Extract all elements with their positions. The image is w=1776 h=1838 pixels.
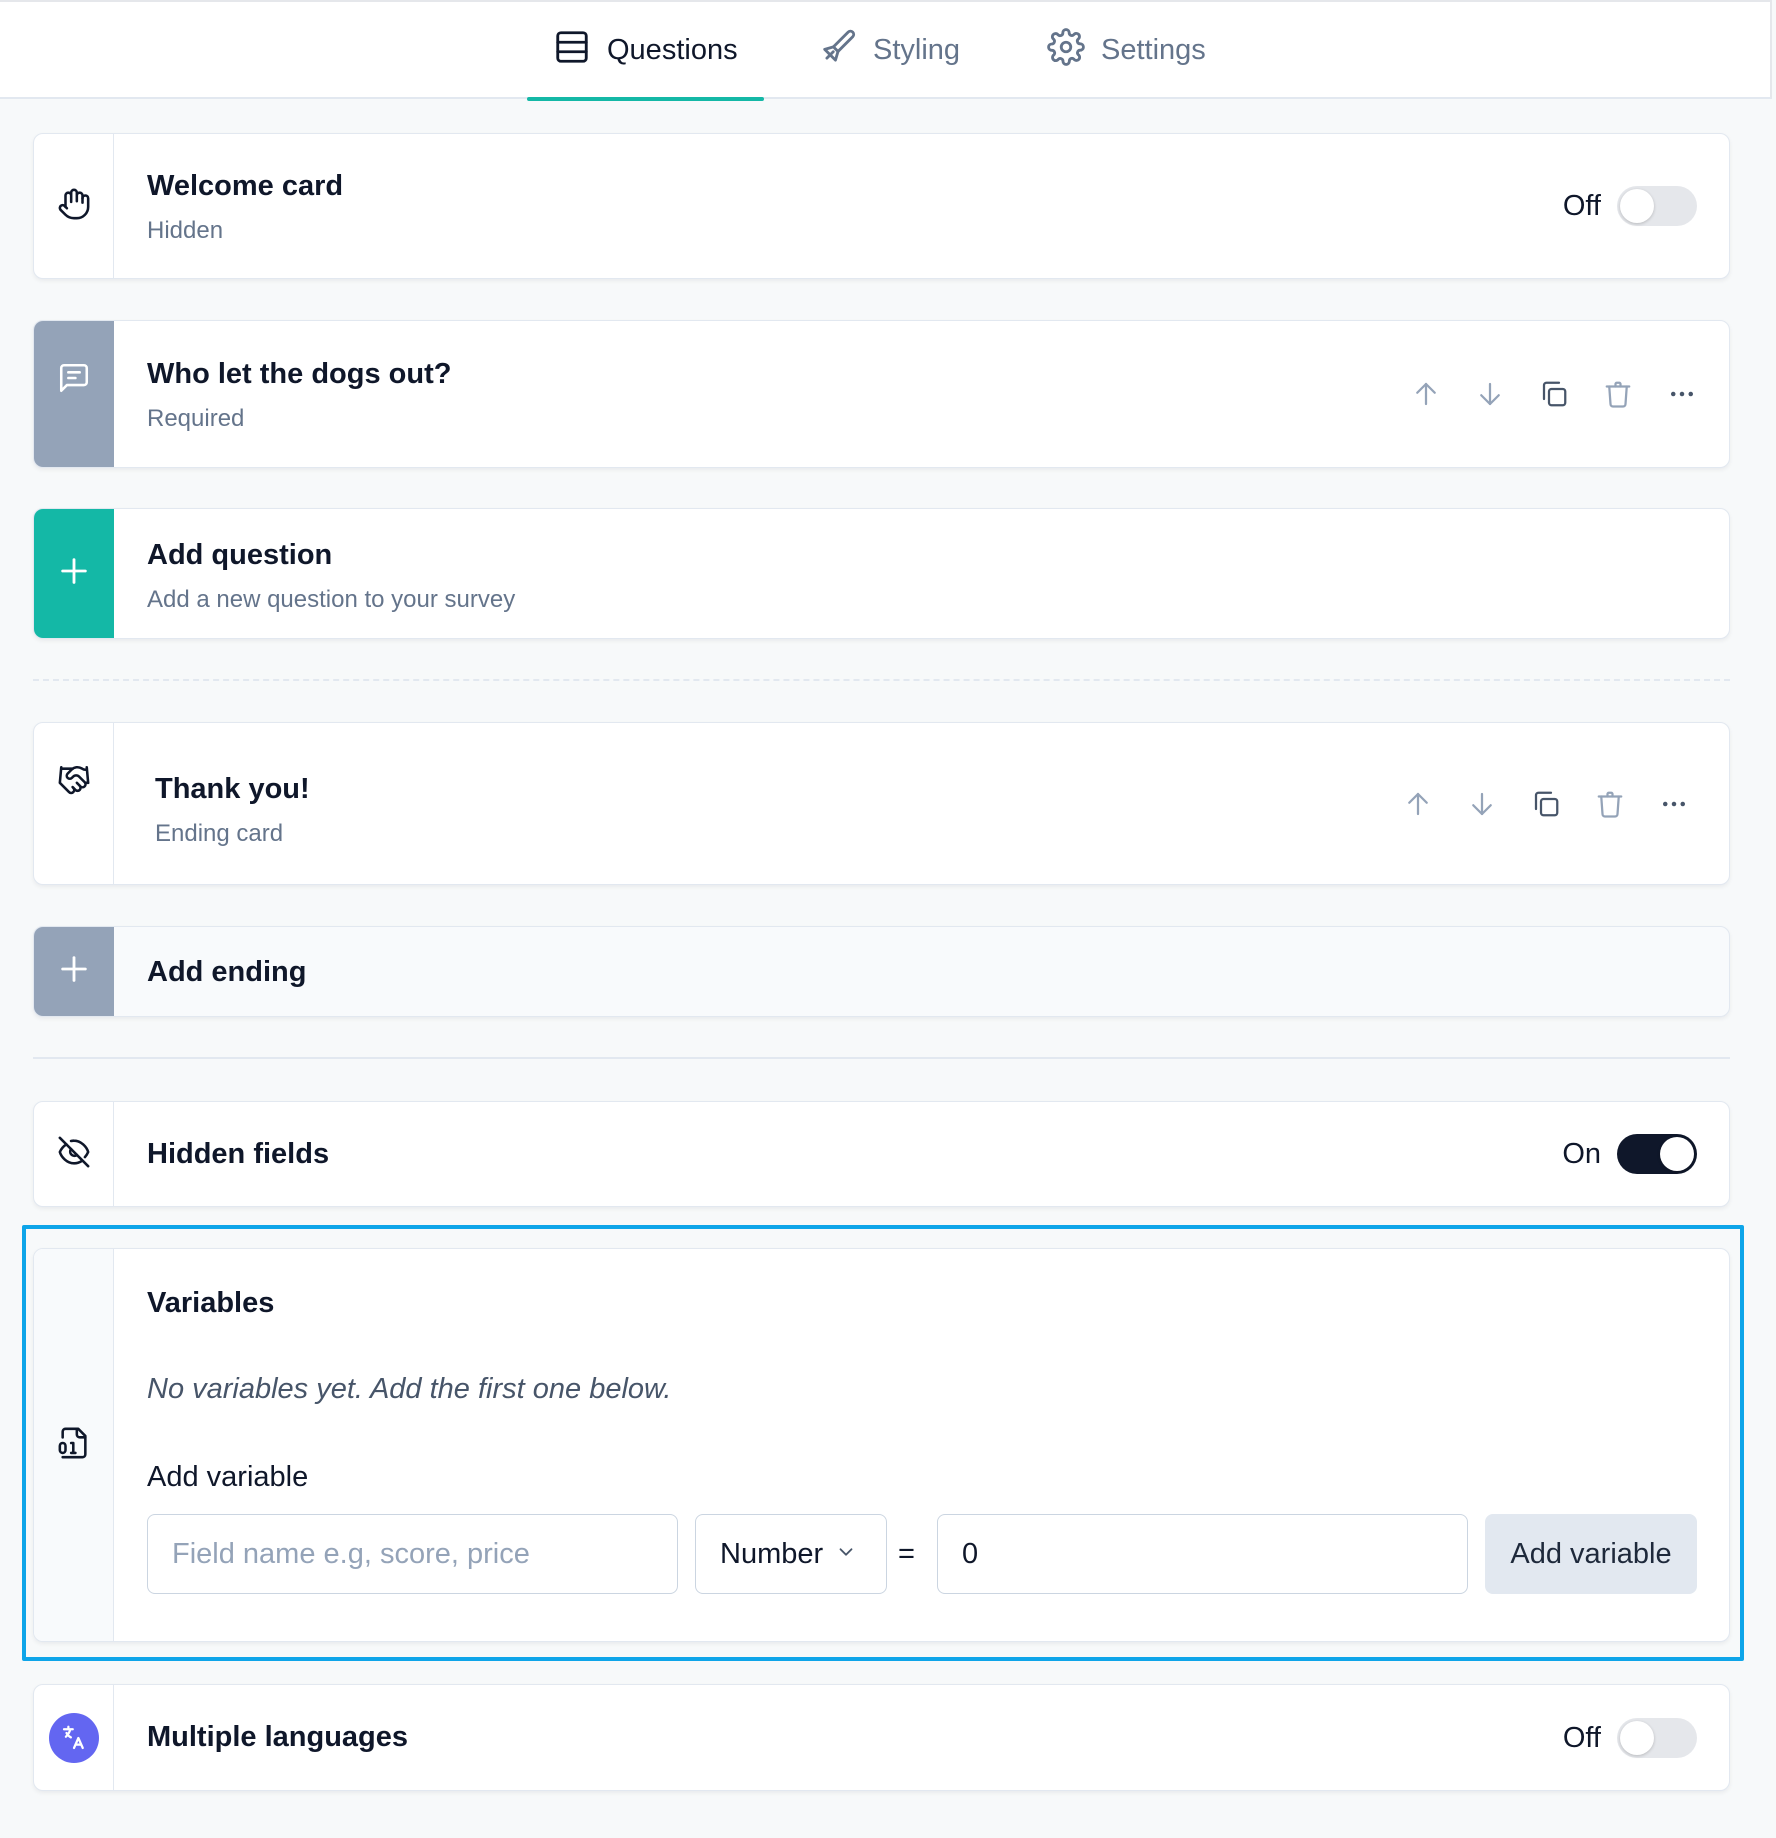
message-square-icon [57,361,91,400]
hidden-fields-toggle[interactable] [1617,1134,1697,1174]
plus-icon [57,952,91,991]
welcome-card-toggle-label: Off [1562,189,1601,222]
variables-gutter [34,1249,114,1641]
gear-icon [1047,27,1101,74]
move-up-icon[interactable] [1403,789,1433,819]
multiple-languages-toggle[interactable] [1617,1718,1697,1758]
trash-icon[interactable] [1595,789,1625,819]
question-card-actions [1411,379,1697,409]
welcome-card-title: Welcome card [147,170,344,202]
add-ending-card[interactable]: Add ending [33,926,1730,1017]
hidden-fields-toggle-label: On [1562,1137,1601,1170]
toggle-knob [1620,1721,1654,1755]
hidden-fields-title: Hidden fields [147,1138,330,1170]
tab-settings-label: Settings [1101,34,1206,66]
tab-bar: Questions Styling Settings [0,0,1772,101]
more-options-icon[interactable] [1667,379,1697,409]
add-question-card[interactable]: Add question Add a new question to your … [33,508,1730,639]
add-question-title: Add question [147,539,333,571]
ending-card-gutter [34,723,114,884]
move-down-icon[interactable] [1467,789,1497,819]
file-digit-icon [57,1426,91,1465]
add-question-subtitle: Add a new question to your survey [147,586,516,613]
multiple-languages-title: Multiple languages [147,1721,409,1753]
variable-value-input[interactable] [937,1514,1468,1594]
duplicate-icon[interactable] [1539,379,1569,409]
add-variable-label: Add variable [147,1461,309,1493]
multiple-languages-gutter [34,1685,114,1790]
move-up-icon[interactable] [1411,379,1441,409]
more-options-icon[interactable] [1659,789,1689,819]
hidden-fields-toggle-group: On [1562,1134,1697,1174]
variables-title: Variables [147,1287,275,1319]
paintbrush-icon [819,28,873,74]
tab-questions[interactable]: Questions [527,2,764,101]
add-question-gutter [34,509,114,638]
active-tab-indicator [527,97,764,101]
add-ending-gutter [34,927,114,1016]
multiple-languages-card[interactable]: Multiple languages Off [33,1684,1730,1791]
plus-icon [57,554,91,593]
multiple-languages-toggle-label: Off [1562,1721,1601,1754]
translate-icon [48,1712,99,1763]
tab-questions-label: Questions [607,34,738,66]
ending-card[interactable]: Thank you! Ending card [33,722,1730,885]
hidden-fields-gutter [34,1102,114,1206]
hidden-fields-card[interactable]: Hidden fields On [33,1101,1730,1207]
welcome-card-toggle[interactable] [1617,186,1697,226]
tab-styling[interactable]: Styling [819,2,960,99]
variable-name-input[interactable] [147,1514,678,1594]
chevron-down-icon [823,1538,857,1571]
ending-card-actions [1403,789,1689,819]
toggle-knob [1660,1137,1694,1171]
tab-styling-label: Styling [873,34,961,66]
toggle-knob [1620,189,1654,223]
variables-empty-text: No variables yet. Add the first one belo… [147,1373,672,1405]
question-card-gutter[interactable] [34,321,114,467]
move-down-icon[interactable] [1475,379,1505,409]
handshake-icon [57,763,91,802]
trash-icon[interactable] [1603,379,1633,409]
question-card-title: Who let the dogs out? [147,358,452,390]
variables-card: Variables No variables yet. Add the firs… [33,1248,1730,1642]
ending-card-subtitle: Ending card [155,820,284,847]
question-card[interactable]: Who let the dogs out? Required [33,320,1730,468]
add-variable-button[interactable]: Add variable [1485,1514,1697,1594]
duplicate-icon[interactable] [1531,789,1561,819]
equals-sign: = [898,1538,915,1570]
variable-type-value: Number [720,1537,824,1570]
variable-type-select[interactable]: Number [695,1514,887,1594]
hand-icon [57,187,91,226]
question-card-subtitle: Required [147,405,245,432]
section-divider [33,1057,1730,1059]
welcome-card-toggle-group: Off [1563,186,1697,226]
ending-card-title: Thank you! [155,773,310,805]
eye-off-icon [57,1135,91,1174]
multiple-languages-toggle-group: Off [1563,1718,1697,1758]
welcome-card-subtitle: Hidden [147,217,224,244]
rows-icon [553,28,607,74]
welcome-card-gutter [34,134,114,278]
add-ending-title: Add ending [147,956,307,988]
tab-settings[interactable]: Settings [1047,2,1206,99]
dashed-divider [33,679,1730,681]
welcome-card[interactable]: Welcome card Hidden Off [33,133,1730,279]
